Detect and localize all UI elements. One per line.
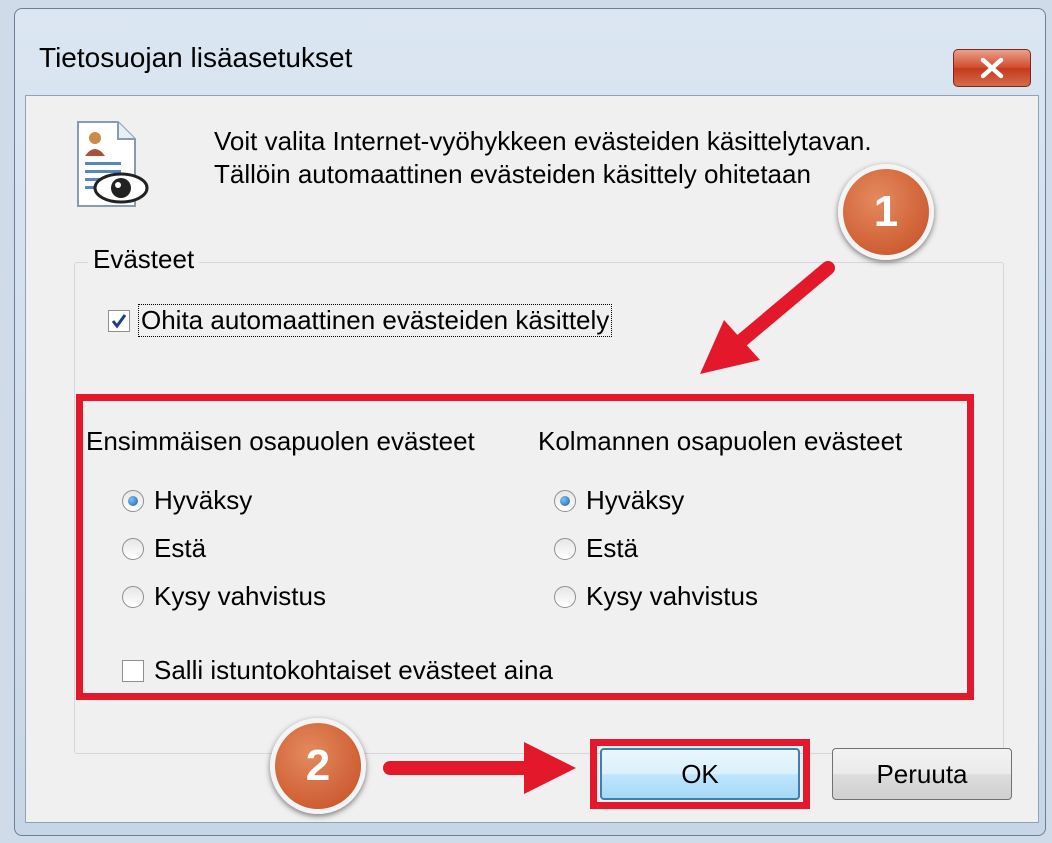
arrow-2 [383, 742, 576, 794]
annotation-badge-2: 2 [270, 718, 366, 814]
arrow-1 [700, 261, 835, 374]
annotation-badge-1: 1 [838, 164, 934, 260]
annotation-arrows [383, 261, 835, 794]
